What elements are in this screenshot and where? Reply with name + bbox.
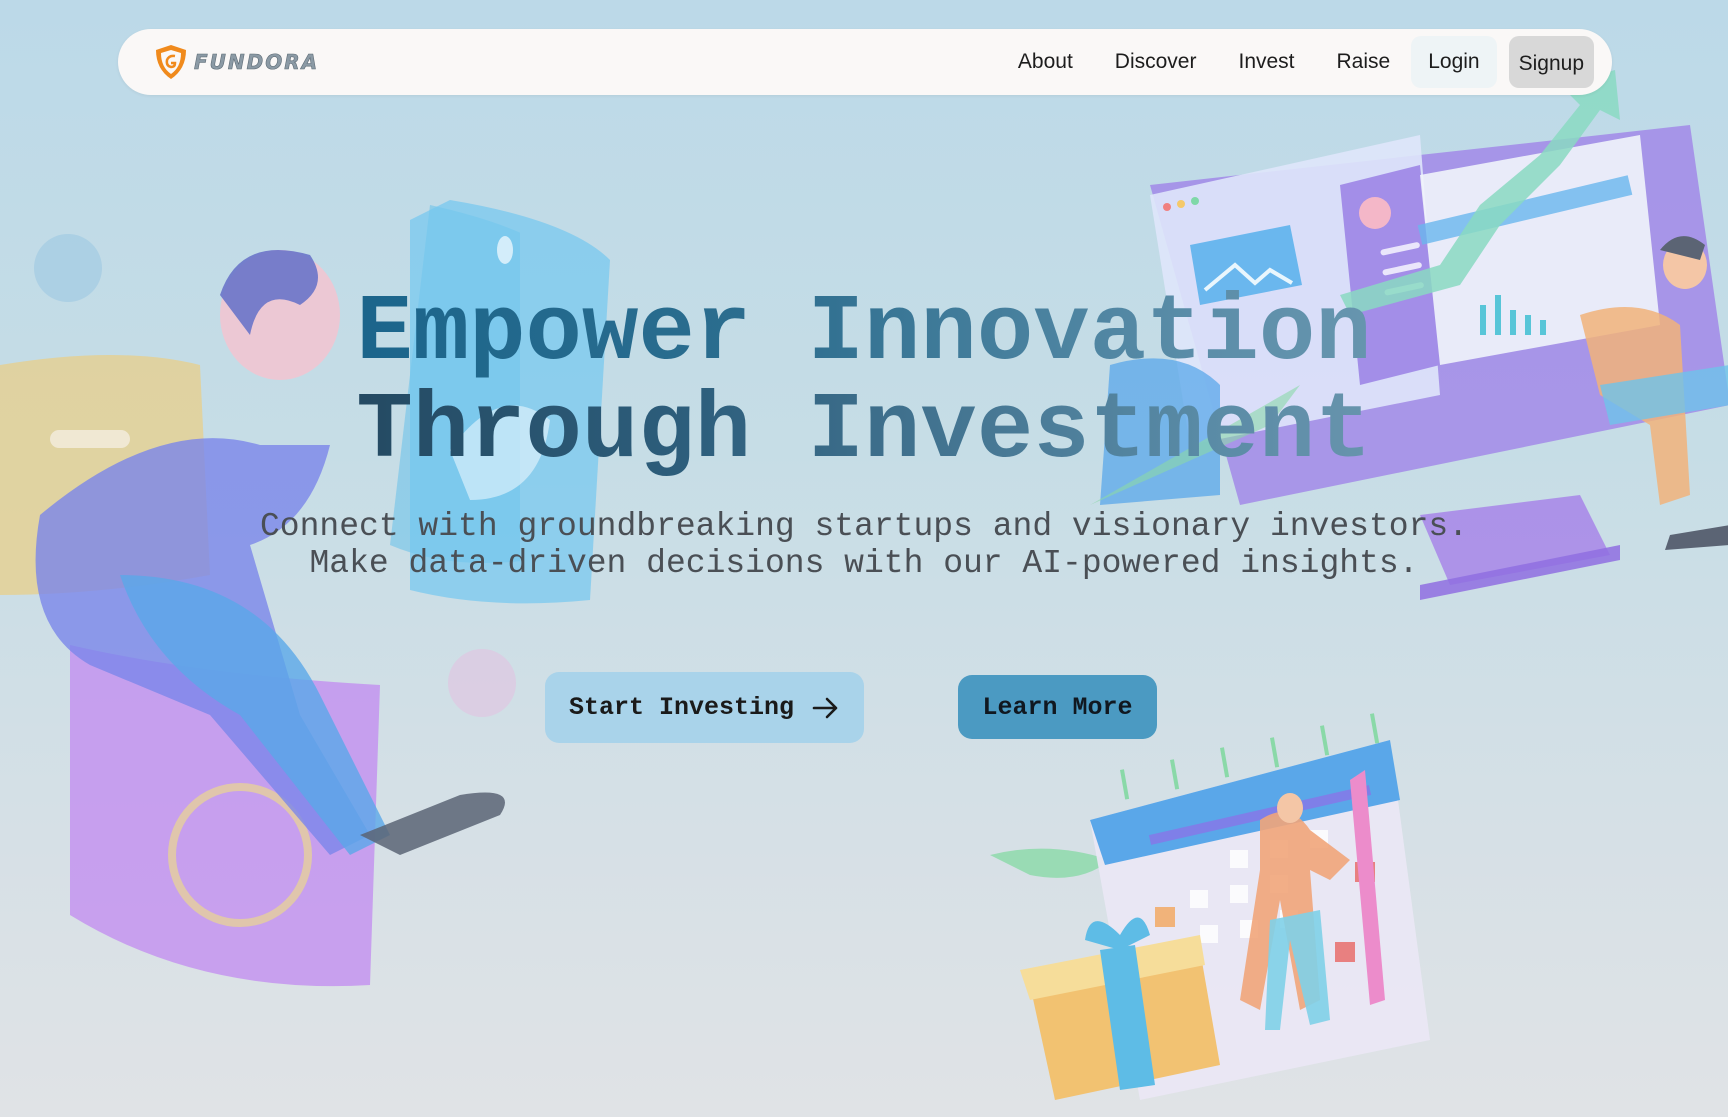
start-investing-button[interactable]: Start Investing — [545, 672, 864, 743]
nav-link-invest[interactable]: Invest — [1217, 36, 1315, 88]
shield-logo-icon — [156, 45, 186, 79]
hero-subtitle: Connect with groundbreaking startups and… — [0, 508, 1728, 582]
brand-logo[interactable]: FUNDORA — [152, 43, 319, 81]
hero-subtitle-line-1: Connect with groundbreaking startups and… — [260, 508, 1468, 545]
login-button[interactable]: Login — [1411, 36, 1497, 88]
top-navbar: FUNDORA About Discover Invest Raise Logi… — [118, 29, 1612, 95]
hero-subtitle-line-2: Make data-driven decisions with our AI-p… — [309, 545, 1419, 582]
brand-name: FUNDORA — [194, 50, 320, 75]
signup-button[interactable]: Signup — [1508, 36, 1594, 88]
hero-title-line-2: Through Investment — [0, 383, 1728, 481]
calendar-illustration — [990, 713, 1430, 1100]
nav-links: About Discover Invest Raise Login Signup — [997, 36, 1594, 88]
nav-link-discover[interactable]: Discover — [1094, 36, 1218, 88]
arrow-right-icon — [812, 697, 838, 718]
hero-title-line-1: Empower Innovation — [0, 285, 1728, 383]
hero-title: Empower Innovation Through Investment — [0, 285, 1728, 481]
nav-link-raise[interactable]: Raise — [1316, 36, 1412, 88]
start-investing-label: Start Investing — [568, 693, 795, 722]
nav-link-about[interactable]: About — [997, 36, 1094, 88]
learn-more-button[interactable]: Learn More — [958, 675, 1157, 739]
